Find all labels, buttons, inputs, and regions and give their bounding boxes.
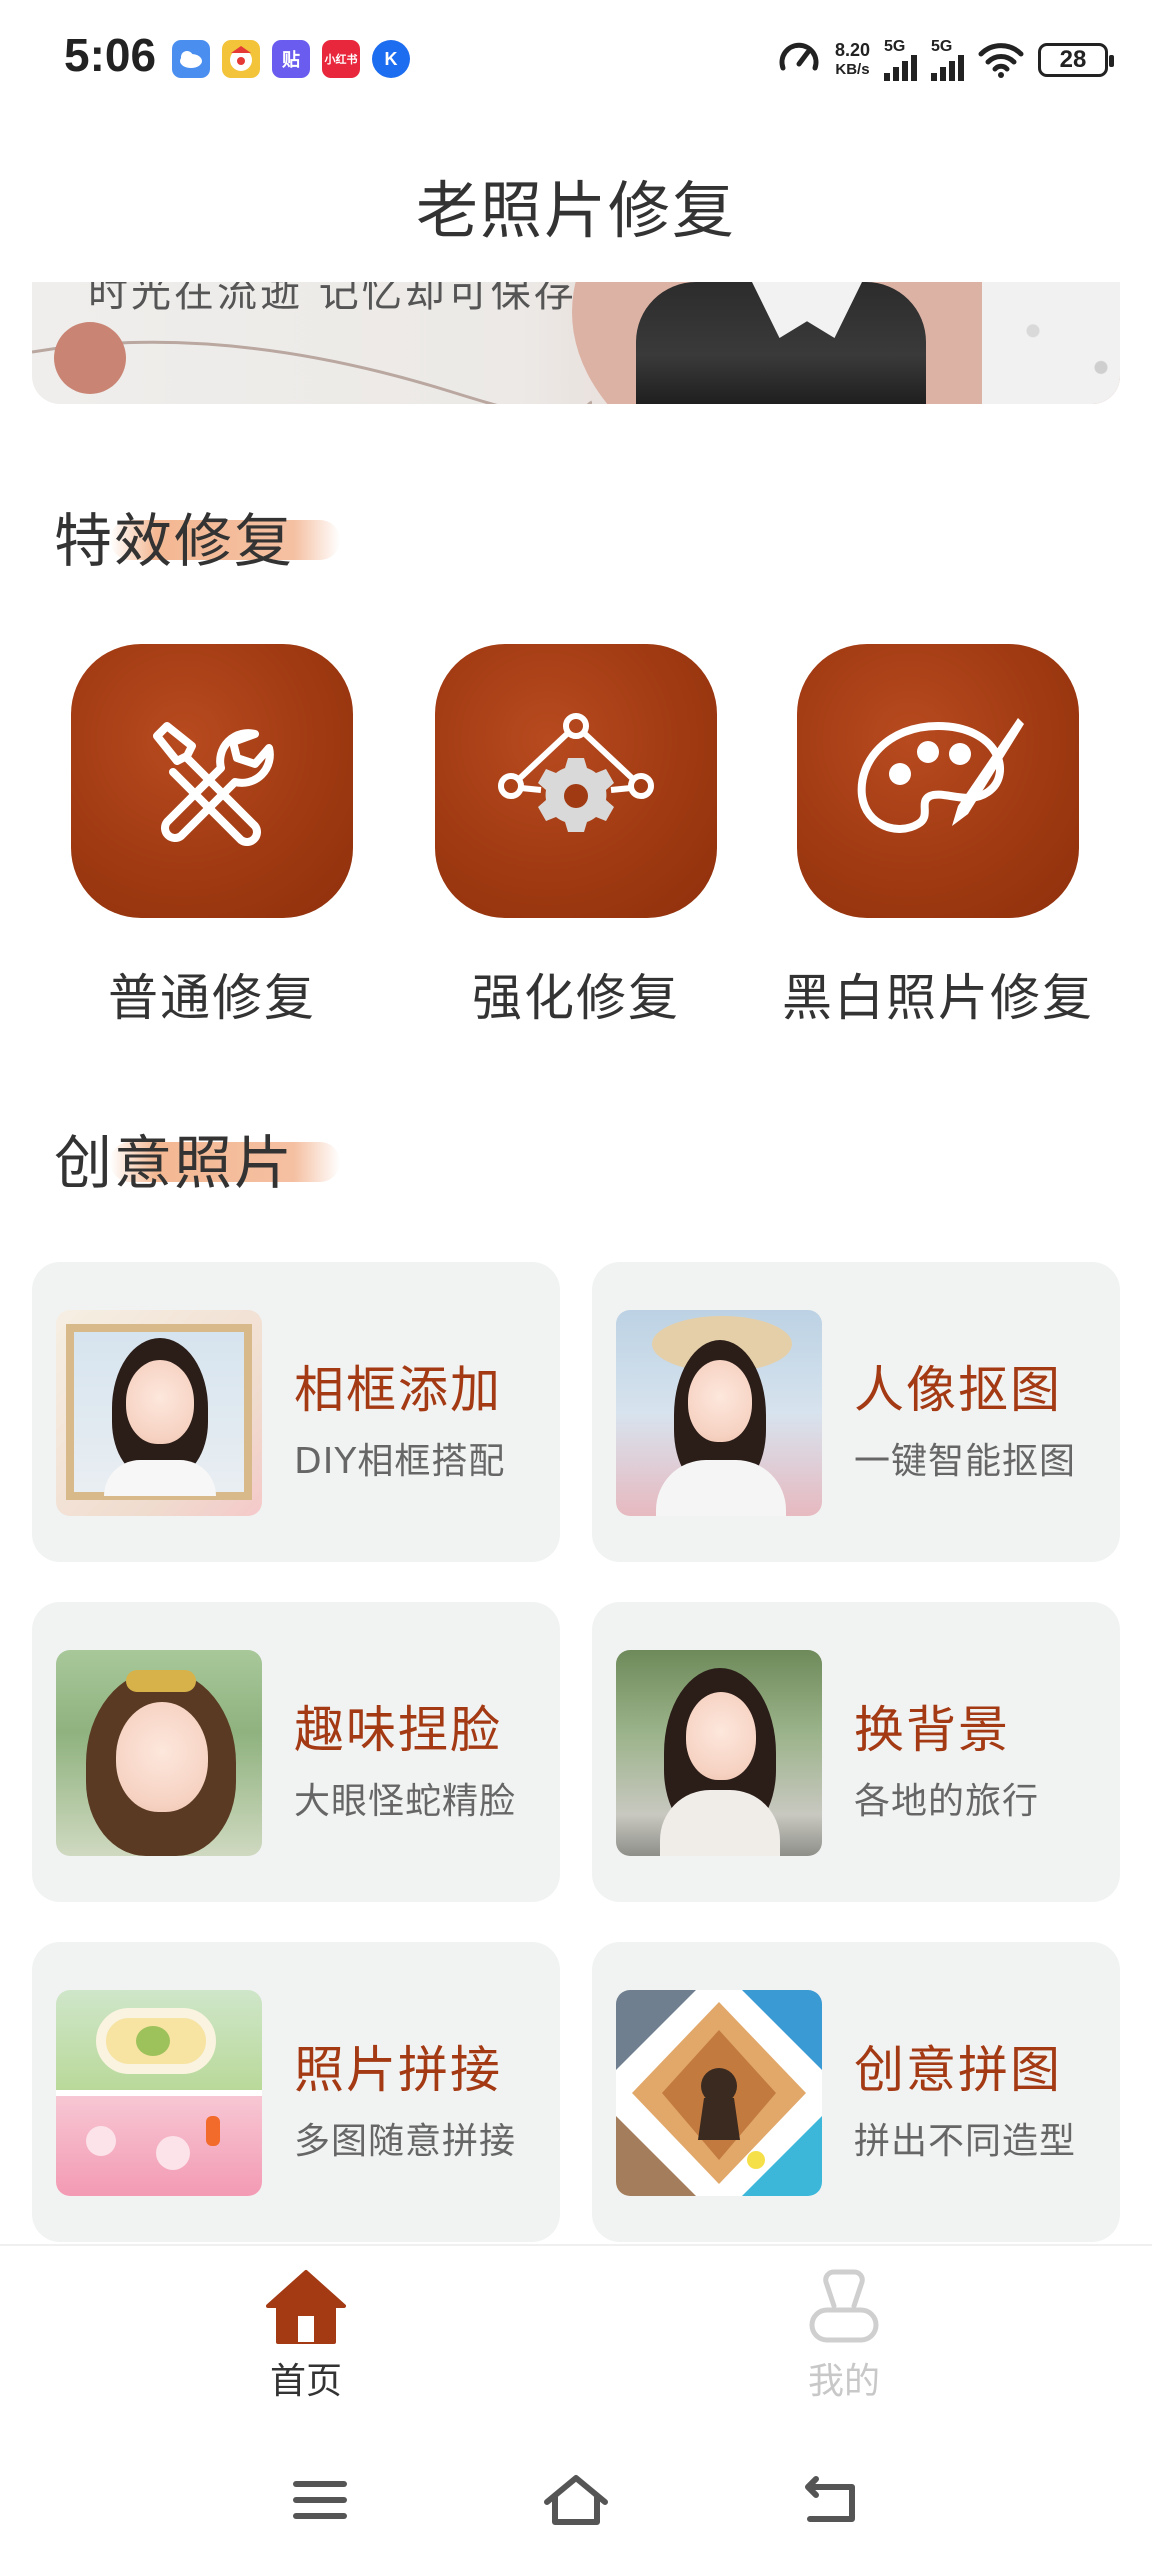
effect-label: 普通修复 [108,969,316,1027]
battery-level: 28 [1059,46,1087,73]
net-speed-value: 8.20 [834,40,870,60]
card-subtitle: 大眼怪蛇精脸 [294,1781,517,1822]
nav-profile[interactable]: 我的 [744,2266,944,2404]
section-title-effects: 特效修复 [54,507,295,575]
tools-icon [153,722,274,846]
weather-app-icon [172,40,210,78]
card-frame-add[interactable]: 相框添加 DIY相框搭配 [32,1262,560,1562]
status-time: 5:06 [64,29,157,81]
gear-network-icon [498,713,654,832]
nav-home[interactable]: 首页 [206,2266,406,2404]
bottom-nav: 首页 我的 [0,2244,1152,2440]
palette-icon [857,718,1024,833]
signal-bars-icon [884,55,917,81]
card-subtitle: 多图随意拼接 [294,2121,517,2162]
nav-home-label: 首页 [269,2361,342,2402]
menu-icon[interactable] [280,2470,360,2530]
page-title: 老照片修复 [415,174,736,247]
card-photo-stitch[interactable]: 照片拼接 多图随意拼接 [32,1942,560,2242]
card-thumb-cutout [616,1310,822,1516]
sim2-signal: 5G [931,39,964,81]
xiaohongshu-app-icon: 小红书 [322,40,360,78]
nav-profile-label: 我的 [807,2361,880,2402]
card-title: 创意拼图 [854,2041,1062,2099]
k-app-icon: K [372,40,410,78]
back-icon[interactable] [792,2470,872,2530]
card-subtitle: 拼出不同造型 [854,2121,1077,2162]
notification-icons: 贴 小红书 K [172,40,410,78]
tieba-app-icon: 贴 [272,40,310,78]
effects-grid: 普通修复 强化修复 黑白照片修复 [0,644,1152,1027]
card-fun-face[interactable]: 趣味捏脸 大眼怪蛇精脸 [32,1602,560,1902]
net-speed: 8.20 KB/s [835,40,870,80]
sim2-label: 5G [931,38,953,55]
card-thumb-collage [616,1990,822,2196]
banner[interactable]: 时光在流逝 记忆却可保存 [32,282,1120,404]
wifi-icon [978,43,1024,78]
card-subtitle: 各地的旅行 [854,1781,1040,1822]
status-indicators: 8.20 KB/s 5G 5G 28 [777,30,1114,90]
effect-bw-repair[interactable]: 黑白照片修复 [758,644,1118,1030]
card-thumb-background [616,1650,822,1856]
effect-bw-repair-tile[interactable] [797,644,1079,918]
card-change-background[interactable]: 换背景 各地的旅行 [592,1602,1120,1902]
banner-text: 时光在流逝 记忆却可保存 [88,282,577,316]
k-icon-text: K [384,48,398,69]
card-title: 照片拼接 [294,2041,502,2099]
net-speed-unit: KB/s [835,61,870,78]
banner-decor-dot [54,322,126,394]
signal-bars-icon [931,55,964,81]
xhs-icon-text: 小红书 [324,54,358,66]
card-thumb-funface [56,1650,262,1856]
profile-icon [809,2269,879,2343]
sim1-signal: 5G [884,39,917,81]
card-title: 换背景 [854,1701,1010,1759]
status-bar: 5:06 贴 小红书 K 8.20 KB/s 5G 5G 28 [0,0,1152,124]
banner-photo-right [982,282,1120,404]
speedometer-icon [779,42,819,71]
effect-basic-repair[interactable]: 普通修复 [32,644,392,1030]
card-creative-collage[interactable]: 创意拼图 拼出不同造型 [592,1942,1120,2242]
home-system-icon[interactable] [536,2470,616,2530]
effect-enhanced-repair[interactable]: 强化修复 [396,644,756,1030]
tieba-icon-text: 贴 [282,50,300,70]
sim1-label: 5G [884,38,906,55]
card-subtitle: 一键智能抠图 [854,1441,1077,1482]
card-thumb-frame [56,1310,262,1516]
effect-basic-repair-tile[interactable] [71,644,353,918]
battery-indicator: 28 [1038,43,1114,77]
card-title: 相框添加 [294,1361,502,1419]
section-title-creative: 创意照片 [54,1129,295,1197]
effect-label: 黑白照片修复 [782,969,1094,1027]
card-title: 趣味捏脸 [294,1701,502,1759]
effect-label: 强化修复 [472,969,680,1027]
system-nav-bar [0,2440,1152,2560]
clown-app-icon [222,40,260,78]
card-subtitle: DIY相框搭配 [294,1441,506,1482]
card-title: 人像抠图 [854,1361,1062,1419]
effect-enhanced-repair-tile[interactable] [435,644,717,918]
card-thumb-stitch [56,1990,262,2196]
home-icon [266,2270,346,2344]
card-portrait-cutout[interactable]: 人像抠图 一键智能抠图 [592,1262,1120,1562]
